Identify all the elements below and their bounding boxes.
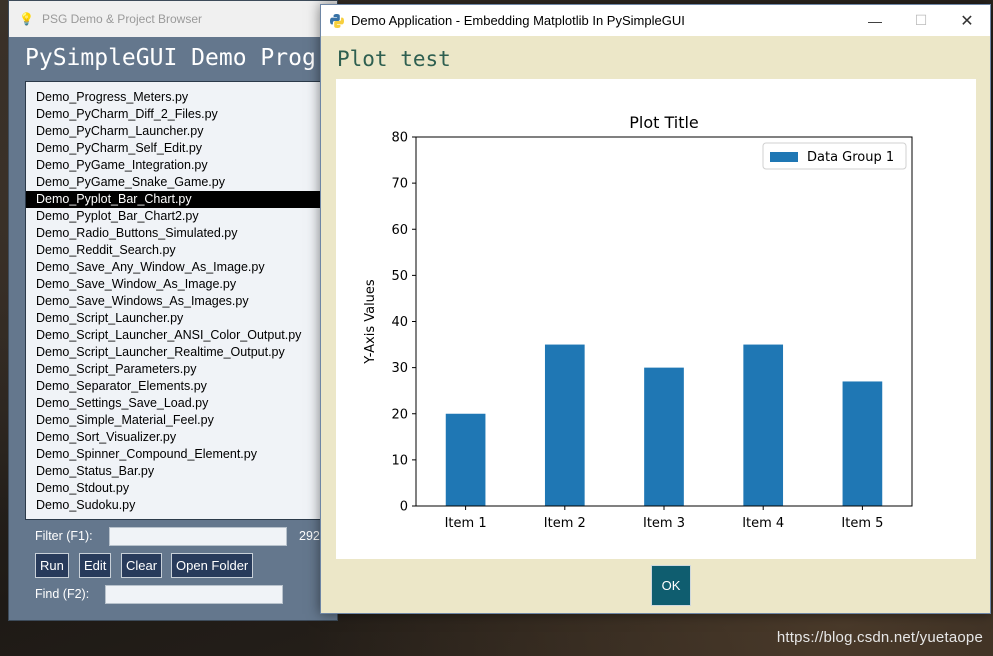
psg-browser-title: PSG Demo & Project Browser [41,12,203,26]
file-list-item[interactable]: Demo_PyGame_Integration.py [26,157,324,174]
legend-swatch [770,152,798,162]
file-list-item[interactable]: Demo_Status_Bar.py [26,463,324,480]
clear-button[interactable]: Clear [121,553,163,578]
file-count-text: 292 [299,529,320,543]
bar [743,344,784,506]
file-list-item[interactable]: Demo_Sudoku.py [26,497,324,514]
file-list-item[interactable]: Demo_Simple_Material_Feel.py [26,412,324,429]
x-tick-label: Item 3 [643,516,685,531]
file-list-item[interactable]: Demo_Pyplot_Bar_Chart.py [26,191,324,208]
y-tick-label: 20 [391,407,408,422]
file-list-item[interactable]: Demo_PyCharm_Self_Edit.py [26,140,324,157]
bar-chart: 0 10 20 30 40 50 60 70 80 Item 1 Item 2 Item 3 Item … [363,113,913,531]
minimize-button[interactable]: — [852,5,898,36]
bar [445,413,486,506]
psg-browser-window[interactable]: 💡 PSG Demo & Project Browser PySimpleGUI… [8,0,338,621]
x-tick-label: Item 2 [544,516,586,531]
file-listbox[interactable]: Demo_Progress_Meters.py Demo_PyCharm_Diff… [25,81,325,520]
maximize-button[interactable]: ☐ [898,5,944,36]
file-list-item[interactable]: Demo_Separator_Elements.py [26,378,324,395]
demo-application-window[interactable]: Demo Application - Embedding Matplotlib … [320,4,991,614]
filter-input[interactable] [109,527,287,546]
file-list-item[interactable]: Demo_Settings_Save_Load.py [26,395,324,412]
file-list-item[interactable]: Demo_Reddit_Search.py [26,242,324,259]
filter-label: Filter (F1): [35,529,93,543]
close-button[interactable]: ✕ [944,5,990,36]
find-input[interactable] [105,585,283,604]
file-list-item[interactable]: Demo_Save_Any_Window_As_Image.py [26,259,324,276]
demo-window-titlebar[interactable]: Demo Application - Embedding Matplotlib … [321,5,990,36]
file-list-item[interactable]: Demo_Spinner_Compound_Element.py [26,446,324,463]
file-list-item[interactable]: Demo_Save_Window_As_Image.py [26,276,324,293]
file-list-item[interactable]: Demo_Script_Launcher.py [26,310,324,327]
file-list-item[interactable]: Demo_Pyplot_Bar_Chart2.py [26,208,324,225]
run-button[interactable]: Run [35,553,69,578]
ok-button[interactable]: OK [651,565,691,606]
y-axis-label: Y-Axis Values [363,279,378,365]
file-list-item[interactable]: Demo_PyCharm_Launcher.py [26,123,324,140]
y-tick-label: 0 [400,500,408,515]
file-list-item[interactable]: Demo_Radio_Buttons_Simulated.py [26,225,324,242]
y-tick-label: 30 [391,361,408,376]
y-tick-label: 40 [391,315,408,330]
file-list-item[interactable]: Demo_Save_Windows_As_Images.py [26,293,324,310]
file-list-item[interactable]: Demo_Script_Launcher_Realtime_Output.py [26,344,324,361]
plot-test-label: Plot test [337,47,451,71]
watermark-text: https://blog.csdn.net/yuetaope [776,629,983,646]
bar [842,381,883,506]
edit-button[interactable]: Edit [79,553,112,578]
file-list-item[interactable]: Demo_Progress_Meters.py [26,89,324,106]
open-folder-button[interactable]: Open Folder [171,553,254,578]
x-tick-label: Item 1 [445,516,487,531]
file-list-item[interactable]: Demo_Script_Parameters.py [26,361,324,378]
file-list-item[interactable]: Demo_Sort_Visualizer.py [26,429,324,446]
legend-label: Data Group 1 [807,150,894,165]
bar [644,367,684,506]
demo-window-title: Demo Application - Embedding Matplotlib … [351,13,685,28]
y-tick-label: 10 [391,453,408,468]
x-tick-label: Item 4 [742,516,784,531]
y-tick-label: 50 [391,269,408,284]
lightbulb-icon: 💡 [19,12,34,26]
file-list-item[interactable]: Demo_Script_Launcher_ANSI_Color_Output.p… [26,327,324,344]
find-label: Find (F2): [35,587,90,601]
psg-browser-titlebar[interactable]: 💡 PSG Demo & Project Browser [9,1,337,37]
file-list-item[interactable]: Demo_PyGame_Snake_Game.py [26,174,324,191]
psg-browser-heading: PySimpleGUI Demo Prog [25,45,316,71]
y-tick-label: 80 [391,131,408,146]
y-tick-label: 60 [391,223,408,238]
minimize-icon: — [868,12,882,29]
matplotlib-canvas: 0 10 20 30 40 50 60 70 80 Item 1 Item 2 Item 3 Item … [336,79,976,559]
python-icon [330,13,344,28]
x-tick-label: Item 5 [841,516,883,531]
bar [544,344,585,506]
chart-title: Plot Title [629,113,699,132]
maximize-icon: ☐ [914,12,928,28]
y-tick-label: 70 [391,177,408,192]
close-icon: ✕ [960,12,974,30]
file-list-item[interactable]: Demo_PyCharm_Diff_2_Files.py [26,106,324,123]
file-list-item[interactable]: Demo_Stdout.py [26,480,324,497]
